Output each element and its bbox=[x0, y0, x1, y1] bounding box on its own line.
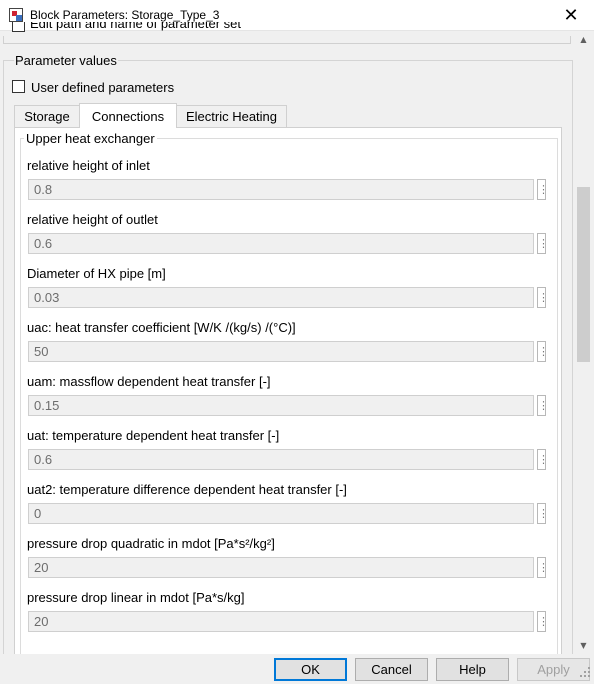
param-label: uac: heat transfer coefficient [W/K /(kg… bbox=[27, 320, 296, 335]
param-menu-icon[interactable]: ⋮ bbox=[537, 395, 549, 416]
upper-heat-exchanger-title: Upper heat exchanger bbox=[24, 131, 157, 146]
vertical-scrollbar[interactable]: ▲ ▼ bbox=[575, 31, 592, 654]
param-field-hx-diameter[interactable]: 0.03 bbox=[28, 287, 534, 308]
param-field-uam[interactable]: 0.15 bbox=[28, 395, 534, 416]
edit-path-row[interactable]: Edit path and name of parameter set bbox=[10, 22, 570, 36]
tab-electric-heating[interactable]: Electric Heating bbox=[176, 105, 287, 127]
param-field-pressure-drop-quadratic[interactable]: 20 bbox=[28, 557, 534, 578]
param-field-outlet-height[interactable]: 0.6 bbox=[28, 233, 534, 254]
param-label: uam: massflow dependent heat transfer [-… bbox=[27, 374, 271, 389]
param-label: Diameter of HX pipe [m] bbox=[27, 266, 166, 281]
param-label: relative height of outlet bbox=[27, 212, 158, 227]
param-label: pressure drop quadratic in mdot [Pa*s²/k… bbox=[27, 536, 275, 551]
param-label: uat2: temperature difference dependent h… bbox=[27, 482, 347, 497]
cancel-button[interactable]: Cancel bbox=[355, 658, 428, 681]
param-menu-icon[interactable]: ⋮ bbox=[537, 611, 549, 632]
param-menu-icon[interactable]: ⋮ bbox=[537, 341, 549, 362]
param-menu-icon[interactable]: ⋮ bbox=[537, 179, 549, 200]
user-defined-parameters-checkbox[interactable] bbox=[12, 80, 25, 93]
scroll-up-arrow-icon[interactable]: ▲ bbox=[575, 31, 592, 48]
window-title: Block Parameters: Storage_Type_3 bbox=[30, 8, 220, 22]
param-menu-icon[interactable]: ⋮ bbox=[537, 233, 549, 254]
param-label: uat: temperature dependent heat transfer… bbox=[27, 428, 280, 443]
tab-storage[interactable]: Storage bbox=[14, 105, 80, 127]
tab-connections[interactable]: Connections bbox=[79, 103, 177, 128]
edit-path-label: Edit path and name of parameter set bbox=[30, 22, 242, 31]
param-menu-icon[interactable]: ⋮ bbox=[537, 287, 549, 308]
param-menu-icon[interactable]: ⋮ bbox=[537, 557, 549, 578]
resize-grip-icon[interactable] bbox=[577, 664, 591, 678]
param-menu-icon[interactable]: ⋮ bbox=[537, 503, 549, 524]
param-field-inlet-height[interactable]: 0.8 bbox=[28, 179, 534, 200]
scrollbar-thumb[interactable] bbox=[577, 187, 590, 362]
param-label: pressure drop linear in mdot [Pa*s/kg] bbox=[27, 590, 245, 605]
param-label: relative height of inlet bbox=[27, 158, 150, 173]
group-frame-top bbox=[3, 36, 571, 44]
param-field-uat[interactable]: 0.6 bbox=[28, 449, 534, 470]
param-field-uat2[interactable]: 0 bbox=[28, 503, 534, 524]
edit-path-checkbox[interactable] bbox=[12, 22, 25, 32]
simulink-block-icon bbox=[9, 8, 23, 22]
help-button[interactable]: Help bbox=[436, 658, 509, 681]
ok-button[interactable]: OK bbox=[274, 658, 347, 681]
param-field-uac[interactable]: 50 bbox=[28, 341, 534, 362]
param-menu-icon[interactable]: ⋮ bbox=[537, 449, 549, 470]
parameter-values-title: Parameter values bbox=[14, 53, 118, 68]
scroll-down-arrow-icon[interactable]: ▼ bbox=[575, 637, 592, 654]
user-defined-parameters-label[interactable]: User defined parameters bbox=[31, 80, 174, 95]
param-field-pressure-drop-linear[interactable]: 20 bbox=[28, 611, 534, 632]
